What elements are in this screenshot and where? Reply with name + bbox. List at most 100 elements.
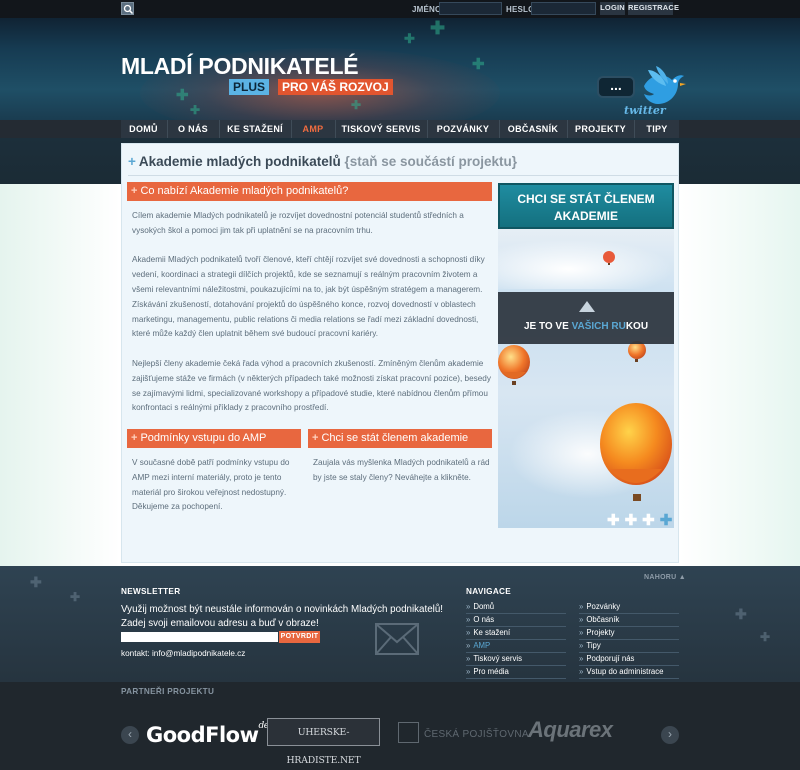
footer-nav-label: Ke stažení — [473, 628, 511, 637]
footer-nav-label: O nás — [473, 615, 495, 624]
top-bar — [0, 0, 800, 18]
plus-badge: PLUS — [229, 79, 270, 95]
footer-nav-label: Tiskový servis — [473, 654, 523, 663]
page-subtitle: {staň se součástí projektu} — [344, 154, 518, 169]
nav-item-pozvanky[interactable]: POZVÁNKY — [428, 120, 498, 138]
become-member-button[interactable]: CHCI SE STÁT ČLENEM AKADEMIE — [498, 183, 674, 229]
plus-decoration-icon: ✚ — [404, 31, 415, 46]
bullet-icon: » — [466, 615, 471, 624]
footer-nav-tipy[interactable]: » Tipy — [579, 640, 679, 653]
bullet-icon: » — [466, 641, 471, 650]
partner-logo-uherske-hradiste[interactable]: UHERSKE-HRADISTE.NET — [267, 718, 380, 766]
footer-nav-admin[interactable]: » Vstup do administrace — [579, 666, 679, 679]
partners-next-button[interactable]: › — [661, 726, 679, 744]
slider-caption-band — [498, 292, 674, 344]
title-divider — [128, 175, 678, 176]
plus-decoration-icon: ✚ — [430, 18, 446, 38]
nav-item-tiskovy-servis[interactable]: TISKOVÝ SERVIS — [336, 120, 426, 138]
paragraph-line: všemi relevantními náležitostmi, poukazu… — [132, 284, 483, 294]
partners-prev-button[interactable]: ‹ — [121, 726, 139, 744]
footer-nav-amp[interactable]: » AMP — [466, 640, 566, 653]
footer-nav-pro-media[interactable]: » Pro média — [466, 666, 566, 679]
name-input[interactable] — [439, 2, 502, 15]
bullet-icon: » — [579, 602, 584, 611]
partner-logo-aquarex[interactable]: Aquarex — [528, 717, 613, 743]
shield-icon — [398, 722, 419, 743]
footer-nav-label: AMP — [473, 641, 491, 650]
site-logo[interactable]: MLADÍ PODNIKATELÉ — [121, 53, 359, 80]
section-heading-text: Chci se stát členem akademie — [321, 432, 469, 444]
footer-nav-label: Občasník — [586, 615, 620, 624]
page-title: + Akademie mladých podnikatelů {staň se s… — [128, 154, 517, 169]
main-nav: DOMŮ O NÁS KE STAŽENÍ AMP TISKOVÝ SERVIS… — [121, 120, 679, 138]
section-body-conditions: V současné době patří podmínky vstupu do… — [132, 456, 302, 515]
paragraph-line: konfrontaci s reálnými příklady z pracov… — [132, 403, 329, 413]
plus-icon: + — [312, 432, 319, 444]
bullet-icon: » — [579, 628, 584, 637]
newsletter-submit-button[interactable]: POTVRDIT — [279, 631, 320, 643]
paragraph-line: Získávání zkušeností, dotahování projekt… — [132, 299, 476, 309]
bullet-icon: » — [579, 667, 584, 676]
cta-line: AKADEMIE — [553, 209, 618, 223]
plus-decoration-icon: ✚ — [351, 98, 362, 112]
caption-part: JE TO VE — [523, 321, 572, 332]
paragraph-line: Akademii Mladých podnikatelů tvoří členo… — [132, 255, 485, 265]
contact-email[interactable]: kontakt: info@mladipodnikatele.cz — [121, 649, 245, 658]
footer-nav-pozvanky[interactable]: » Pozvánky — [579, 601, 679, 614]
name-label: JMÉNO — [412, 5, 442, 14]
footer-nav-domu[interactable]: » Domů — [466, 601, 566, 614]
plus-decoration-icon: ✚ — [190, 103, 201, 117]
footer-nav-podporuji-nas[interactable]: » Podporují nás — [579, 653, 679, 666]
footer-nav-obcasnik[interactable]: » Občasník — [579, 614, 679, 627]
slider-caption: JE TO VE VAŠICH RUKOU — [498, 321, 674, 332]
section-heading-text: Podmínky vstupu do AMP — [140, 432, 267, 444]
nav-item-obcasnik[interactable]: OBČASNÍK — [500, 120, 566, 138]
section-heading-join[interactable]: + Chci se stát členem akademie — [308, 429, 492, 448]
search-icon[interactable] — [121, 2, 134, 15]
caption-part: KOU — [625, 321, 649, 332]
nav-item-o-nas[interactable]: O NÁS — [168, 120, 218, 138]
register-button[interactable]: REGISTRACE — [628, 2, 679, 15]
partner-logo-text: GoodFlow — [146, 723, 259, 747]
caption-highlight: VAŠICH RU — [571, 321, 626, 332]
nav-item-projekty[interactable]: PROJEKTY — [568, 120, 633, 138]
section-heading-conditions[interactable]: + Podmínky vstupu do AMP — [127, 429, 301, 448]
newsletter-email-input[interactable] — [121, 632, 278, 642]
twitter-label[interactable]: twitter — [624, 104, 666, 117]
nav-item-ke-stazeni[interactable]: KE STAŽENÍ — [220, 120, 290, 138]
nav-item-amp[interactable]: AMP — [292, 120, 334, 138]
paragraph-line: Děkujeme za pochopení. — [132, 502, 223, 512]
cta-line: CHCI SE STÁT ČLENEM — [517, 192, 655, 206]
nav-item-domu[interactable]: DOMŮ — [121, 120, 166, 138]
arrow-up-icon[interactable] — [579, 301, 595, 312]
nav-item-tipy[interactable]: TIPY — [635, 120, 679, 138]
plus-decoration-icon: ✚ — [760, 630, 771, 644]
footer-nav-o-nas[interactable]: » O nás — [466, 614, 566, 627]
password-input[interactable] — [531, 2, 596, 15]
slider-dot-active-icon[interactable]: ✚ — [660, 512, 678, 529]
plus-icon: + — [131, 432, 138, 444]
plus-decoration-icon: ✚ — [70, 590, 81, 604]
partner-logo-ceska-pojistovna[interactable]: ČESKÁ POJIŠŤOVNA — [424, 729, 529, 740]
back-to-top-link[interactable]: NAHORU ▲ — [644, 574, 686, 581]
speech-bubble-icon: ... — [597, 76, 635, 98]
partner-logo-goodflow[interactable]: GoodFlowdesign — [146, 721, 286, 747]
paragraph-line: materiál pro širokou veřejnost nedostupn… — [132, 487, 287, 497]
footer-nav-label: Vstup do administrace — [586, 667, 664, 676]
footer-nav-ke-stazeni[interactable]: » Ke stažení — [466, 627, 566, 640]
footer-nav-label: Tipy — [586, 641, 601, 650]
bullet-icon: » — [466, 667, 471, 676]
envelope-icon — [375, 623, 419, 658]
footer-nav-projekty[interactable]: » Projekty — [579, 627, 679, 640]
footer-nav-tiskovy-servis[interactable]: » Tiskový servis — [466, 653, 566, 666]
hot-air-balloons-icon — [498, 251, 672, 501]
paragraph-line: se zajímavými lidmi, specializované work… — [132, 388, 488, 398]
login-button[interactable]: LOGIN — [600, 2, 625, 15]
section-heading-offer: + Co nabízí Akademie mladých podnikatelů? — [127, 182, 492, 201]
slogan-badge: PRO VÁŠ ROZVOJ — [278, 79, 393, 95]
plus-decoration-icon: ✚ — [735, 606, 747, 622]
newsletter-title: NEWSLETTER — [121, 587, 181, 596]
paragraph-line: marketingu, managementu, public relation… — [132, 314, 479, 324]
plus-icon: + — [128, 154, 136, 169]
slider-pagination[interactable]: ✚✚✚✚ — [607, 511, 677, 529]
